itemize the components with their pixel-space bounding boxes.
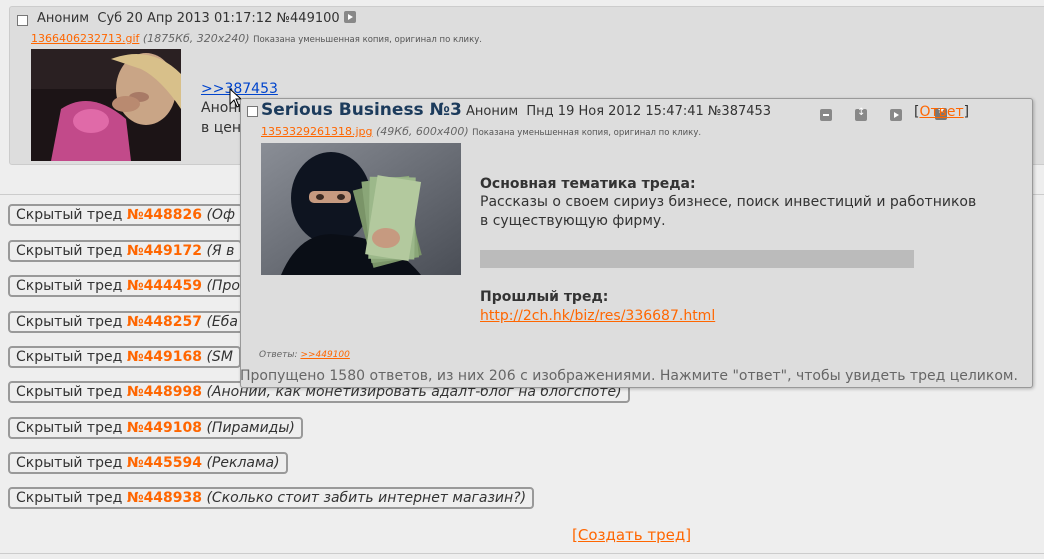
replies-link[interactable]: >>449100 [300, 350, 349, 360]
hidden-thread-number[interactable]: №449108 [127, 420, 202, 436]
post-text-line2: в цен [201, 120, 241, 136]
hidden-thread[interactable]: Скрытый тред №449172 (Я в [8, 240, 243, 262]
popup-select-checkbox[interactable] [247, 106, 258, 117]
replies-label: Ответы: [259, 350, 298, 360]
post-date: Суб 20 Апр 2013 01:17:12 [97, 11, 273, 26]
hidden-thread-subject: (Еба [206, 314, 238, 330]
popup-number[interactable]: №387453 [708, 104, 771, 119]
post-thumbnail[interactable] [31, 49, 181, 161]
create-thread-link[interactable]: [Создать тред] [572, 526, 691, 544]
hidden-thread-label: Скрытый тред [16, 490, 123, 506]
post-preview-popup: Serious Business №3 Аноним Пнд 19 Ноя 20… [240, 98, 1033, 388]
hidden-thread-label: Скрытый тред [16, 314, 123, 330]
hidden-thread-subject: (Реклама) [206, 455, 280, 471]
popup-file-note: Показана уменьшенная копия, оригинал по … [472, 128, 702, 138]
hidden-thread-number[interactable]: №449168 [127, 349, 202, 365]
hidden-thread-label: Скрытый тред [16, 278, 123, 294]
hidden-thread-number[interactable]: №444459 [127, 278, 202, 294]
post-header: Аноним Суб 20 Апр 2013 01:17:12 №449100 [37, 11, 356, 26]
hidden-thread-subject: (Про [206, 278, 240, 294]
hidden-thread[interactable]: Скрытый тред №449168 (SM [8, 346, 241, 368]
minimize-icon[interactable] [820, 109, 832, 121]
popup-author: Аноним [466, 104, 519, 119]
file-info: 1366406232713.gif (1875Кб, 320x240) Пока… [31, 32, 482, 45]
spoiler-block[interactable] [480, 250, 914, 268]
hidden-thread-subject: (Сколько стоит забить интернет магазин?) [206, 490, 527, 506]
hidden-thread-number[interactable]: №448938 [127, 490, 202, 506]
popup-file-info: 1353329261318.jpg (49Кб, 600x400) Показа… [261, 125, 701, 138]
section-heading-prev: Прошлый тред: [480, 289, 609, 305]
hidden-thread-subject: (SM [206, 349, 233, 365]
popup-header: Serious Business №3 Аноним Пнд 19 Ноя 20… [261, 100, 771, 120]
section-heading-topic: Основная тематика треда: [480, 176, 696, 192]
hidden-thread-label: Скрытый тред [16, 243, 123, 259]
hidden-thread-number[interactable]: №448257 [127, 314, 202, 330]
divider [0, 553, 1044, 554]
hidden-thread[interactable]: Скрытый тред №449108 (Пирамиды) [8, 417, 303, 439]
hidden-thread-subject: (Оф [206, 207, 235, 223]
hidden-thread-subject: (Я в [206, 243, 235, 259]
hidden-thread-number[interactable]: №448998 [127, 384, 202, 400]
thumbnail-image [31, 49, 181, 161]
hidden-thread[interactable]: Скрытый тред №445594 (Реклама) [8, 452, 288, 474]
hidden-thread-number[interactable]: №448826 [127, 207, 202, 223]
hidden-thread-label: Скрытый тред [16, 420, 123, 436]
popup-thumbnail[interactable] [261, 143, 461, 275]
omitted-posts-note: Пропущено 1580 ответов, из них 206 с изо… [240, 368, 1018, 384]
file-meta: (1875Кб, 320x240) [142, 32, 250, 45]
hidden-thread-number[interactable]: №449172 [127, 243, 202, 259]
hidden-thread-number[interactable]: №445594 [127, 455, 202, 471]
replies-row: Ответы: >>449100 [259, 350, 350, 360]
play-icon[interactable] [890, 109, 903, 121]
prev-thread-link[interactable]: http://2ch.hk/biz/res/336687.html [480, 308, 715, 324]
post-author: Аноним [37, 11, 90, 26]
reply-link[interactable]: Ответ [919, 104, 963, 120]
file-link[interactable]: 1366406232713.gif [31, 32, 139, 45]
hidden-thread[interactable]: Скрытый тред №448257 (Еба [8, 311, 246, 333]
thread-subject: Serious Business №3 [261, 100, 462, 120]
popup-body-line2: в существующую фирму. [480, 213, 666, 229]
hidden-thread-subject: (Пирамиды) [206, 420, 295, 436]
expand-icon[interactable] [855, 107, 868, 121]
hidden-thread-label: Скрытый тред [16, 455, 123, 471]
popup-date: Пнд 19 Ноя 2012 15:47:41 [526, 104, 704, 119]
popup-file-link[interactable]: 1353329261318.jpg [261, 125, 373, 138]
hidden-thread-label: Скрытый тред [16, 207, 123, 223]
popup-thumbnail-image [261, 143, 461, 275]
hidden-thread[interactable]: Скрытый тред №448938 (Сколько стоит заби… [8, 487, 535, 509]
expand-play-icon[interactable] [343, 11, 356, 23]
hidden-thread-label: Скрытый тред [16, 349, 123, 365]
hidden-thread-label: Скрытый тред [16, 384, 123, 400]
post-number[interactable]: №449100 [277, 11, 340, 26]
popup-body-line1: Рассказы о своем сириуз бизнесе, поиск и… [480, 194, 977, 210]
post-select-checkbox[interactable] [17, 15, 28, 26]
popup-file-meta: (49Кб, 600x400) [376, 125, 469, 138]
reply-bracket-close: ] [963, 104, 970, 120]
reply-button[interactable]: [Ответ] [914, 104, 969, 120]
file-note: Показана уменьшенная копия, оригинал по … [253, 35, 482, 45]
hidden-thread[interactable]: Скрытый тред №444459 (Про [8, 275, 248, 297]
hidden-thread[interactable]: Скрытый тред №448826 (Оф [8, 204, 243, 226]
